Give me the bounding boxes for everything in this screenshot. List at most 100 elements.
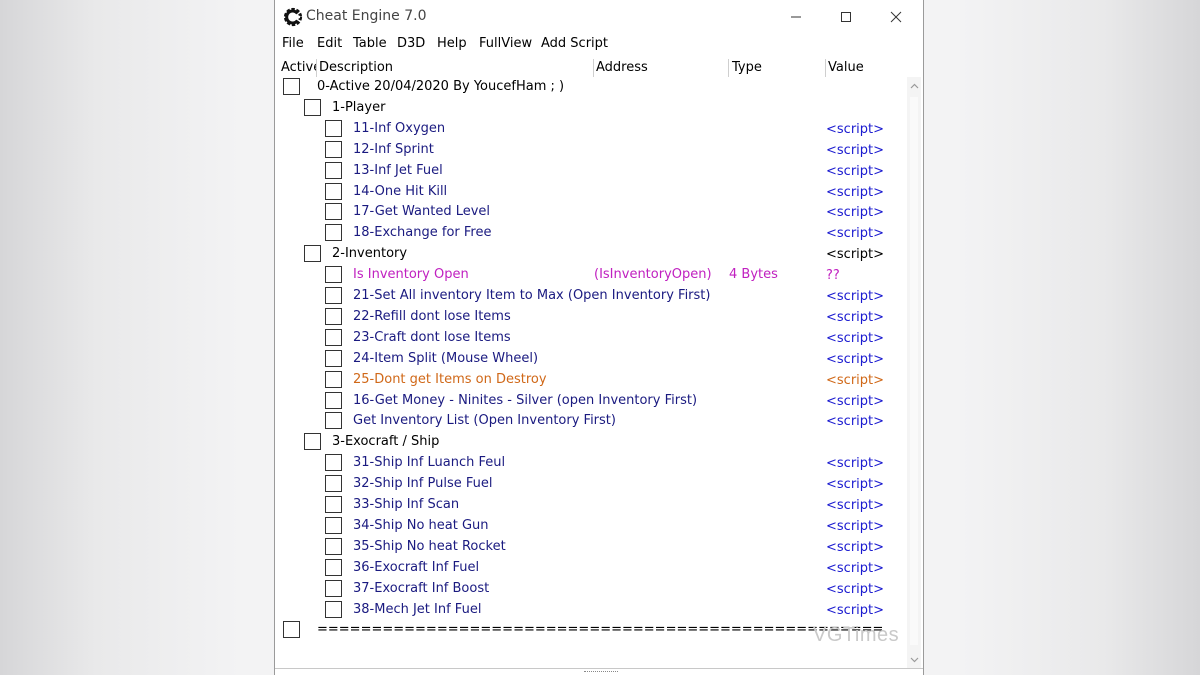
menu-table[interactable]: Table <box>353 36 387 51</box>
row-description[interactable]: 3-Exocraft / Ship <box>332 434 439 449</box>
table-row[interactable]: 17-Get Wanted Level <script> <box>275 202 907 223</box>
row-active-checkbox[interactable] <box>325 183 342 200</box>
row-description[interactable]: 0-Active 20/04/2020 By YoucefHam ; ) <box>317 79 564 94</box>
scroll-down-button[interactable] <box>907 653 921 667</box>
row-active-checkbox[interactable] <box>325 580 342 597</box>
table-row[interactable]: 23-Craft dont lose Items <script> <box>275 328 907 349</box>
table-row[interactable]: 35-Ship No heat Rocket <script> <box>275 537 907 558</box>
table-row[interactable]: 38-Mech Jet Inf Fuel <script> <box>275 600 907 621</box>
column-type[interactable]: Type <box>731 59 762 77</box>
table-row[interactable]: 37-Exocraft Inf Boost <script> <box>275 579 907 600</box>
menu-file[interactable]: File <box>282 36 304 51</box>
column-separator[interactable] <box>593 59 594 77</box>
table-row[interactable]: 12-Inf Sprint <script> <box>275 140 907 161</box>
row-description[interactable]: 32-Ship Inf Pulse Fuel <box>353 476 492 491</box>
table-row[interactable]: 16-Get Money - Ninites - Silver (open In… <box>275 391 907 412</box>
row-active-checkbox[interactable] <box>325 308 342 325</box>
row-description[interactable]: 23-Craft dont lose Items <box>353 330 511 345</box>
row-value[interactable]: <script> <box>826 456 884 471</box>
row-description[interactable]: 24-Item Split (Mouse Wheel) <box>353 351 538 366</box>
table-row[interactable]: 31-Ship Inf Luanch Feul <script> <box>275 453 907 474</box>
row-description[interactable]: 13-Inf Jet Fuel <box>353 163 443 178</box>
menu-d3d[interactable]: D3D <box>397 36 425 51</box>
row-value[interactable]: <script> <box>826 331 884 346</box>
row-description[interactable]: 17-Get Wanted Level <box>353 204 490 219</box>
column-separator[interactable] <box>825 59 826 77</box>
title-bar[interactable]: Cheat Engine 7.0 <box>275 0 923 34</box>
row-active-checkbox[interactable] <box>325 392 342 409</box>
row-active-checkbox[interactable] <box>325 141 342 158</box>
table-row[interactable]: 1-Player <box>275 98 907 119</box>
row-active-checkbox[interactable] <box>325 517 342 534</box>
row-description[interactable]: 36-Exocraft Inf Fuel <box>353 560 479 575</box>
row-description[interactable]: 16-Get Money - Ninites - Silver (open In… <box>353 393 697 408</box>
row-description[interactable]: 11-Inf Oxygen <box>353 121 445 136</box>
row-active-checkbox[interactable] <box>325 224 342 241</box>
menu-help[interactable]: Help <box>437 36 467 51</box>
row-active-checkbox[interactable] <box>325 538 342 555</box>
row-value[interactable]: <script> <box>826 603 884 618</box>
row-value[interactable]: <script> <box>826 561 884 576</box>
table-row[interactable]: 36-Exocraft Inf Fuel <script> <box>275 558 907 579</box>
row-value[interactable]: <script> <box>826 519 884 534</box>
row-active-checkbox[interactable] <box>304 433 321 450</box>
menu-fullview[interactable]: FullView <box>479 36 532 51</box>
column-description[interactable]: Description <box>318 59 393 77</box>
maximize-button[interactable] <box>823 4 869 30</box>
row-description[interactable]: 18-Exchange for Free <box>353 225 491 240</box>
row-description[interactable]: 1-Player <box>332 100 385 115</box>
menu-edit[interactable]: Edit <box>317 36 342 51</box>
row-active-checkbox[interactable] <box>325 329 342 346</box>
table-row[interactable]: 2-Inventory <script> <box>275 244 907 265</box>
row-active-checkbox[interactable] <box>325 601 342 618</box>
table-row[interactable]: Is Inventory Open (IsInventoryOpen) 4 Byte… <box>275 265 907 286</box>
row-active-checkbox[interactable] <box>304 245 321 262</box>
row-description[interactable]: 38-Mech Jet Inf Fuel <box>353 602 481 617</box>
row-active-checkbox[interactable] <box>325 350 342 367</box>
row-value[interactable]: <script> <box>826 226 884 241</box>
table-row[interactable]: 11-Inf Oxygen <script> <box>275 119 907 140</box>
row-description[interactable]: 35-Ship No heat Rocket <box>353 539 506 554</box>
row-active-checkbox[interactable] <box>325 454 342 471</box>
row-description[interactable]: Get Inventory List (Open Inventory First… <box>353 413 616 428</box>
row-active-checkbox[interactable] <box>325 559 342 576</box>
row-active-checkbox[interactable] <box>325 496 342 513</box>
minimize-button[interactable] <box>773 4 819 30</box>
row-description[interactable]: 22-Refill dont lose Items <box>353 309 511 324</box>
row-value[interactable]: <script> <box>826 373 884 388</box>
row-active-checkbox[interactable] <box>325 266 342 283</box>
column-separator[interactable] <box>728 59 729 77</box>
row-active-checkbox[interactable] <box>325 203 342 220</box>
row-value[interactable]: <script> <box>826 247 884 262</box>
menu-add-script[interactable]: Add Script <box>541 36 608 51</box>
row-value[interactable]: <script> <box>826 122 884 137</box>
row-value[interactable]: <script> <box>826 477 884 492</box>
row-active-checkbox[interactable] <box>325 287 342 304</box>
table-row[interactable]: 24-Item Split (Mouse Wheel) <script> <box>275 349 907 370</box>
row-active-checkbox[interactable] <box>325 475 342 492</box>
row-value[interactable]: <script> <box>826 185 884 200</box>
row-value[interactable]: ?? <box>826 268 840 283</box>
row-description[interactable]: ========================================… <box>317 622 883 637</box>
row-description[interactable]: Is Inventory Open <box>353 267 469 282</box>
row-description[interactable]: 34-Ship No heat Gun <box>353 518 489 533</box>
table-row[interactable]: 14-One Hit Kill <script> <box>275 182 907 203</box>
row-value[interactable]: <script> <box>826 164 884 179</box>
row-active-checkbox[interactable] <box>283 621 300 638</box>
scrollbar-thumb[interactable] <box>910 97 918 645</box>
row-description[interactable]: 21-Set All inventory Item to Max (Open I… <box>353 288 710 303</box>
row-active-checkbox[interactable] <box>325 412 342 429</box>
row-active-checkbox[interactable] <box>325 120 342 137</box>
row-description[interactable]: 31-Ship Inf Luanch Feul <box>353 455 505 470</box>
row-value[interactable]: <script> <box>826 540 884 555</box>
table-row[interactable]: 3-Exocraft / Ship <box>275 432 907 453</box>
row-description[interactable]: 37-Exocraft Inf Boost <box>353 581 489 596</box>
table-row[interactable]: 32-Ship Inf Pulse Fuel <script> <box>275 474 907 495</box>
column-separator[interactable] <box>316 59 317 77</box>
row-value[interactable]: <script> <box>826 289 884 304</box>
row-active-checkbox[interactable] <box>304 99 321 116</box>
table-row[interactable]: 13-Inf Jet Fuel <script> <box>275 161 907 182</box>
column-address[interactable]: Address <box>595 59 648 77</box>
row-value[interactable]: <script> <box>826 414 884 429</box>
column-active[interactable]: Active <box>280 59 316 77</box>
